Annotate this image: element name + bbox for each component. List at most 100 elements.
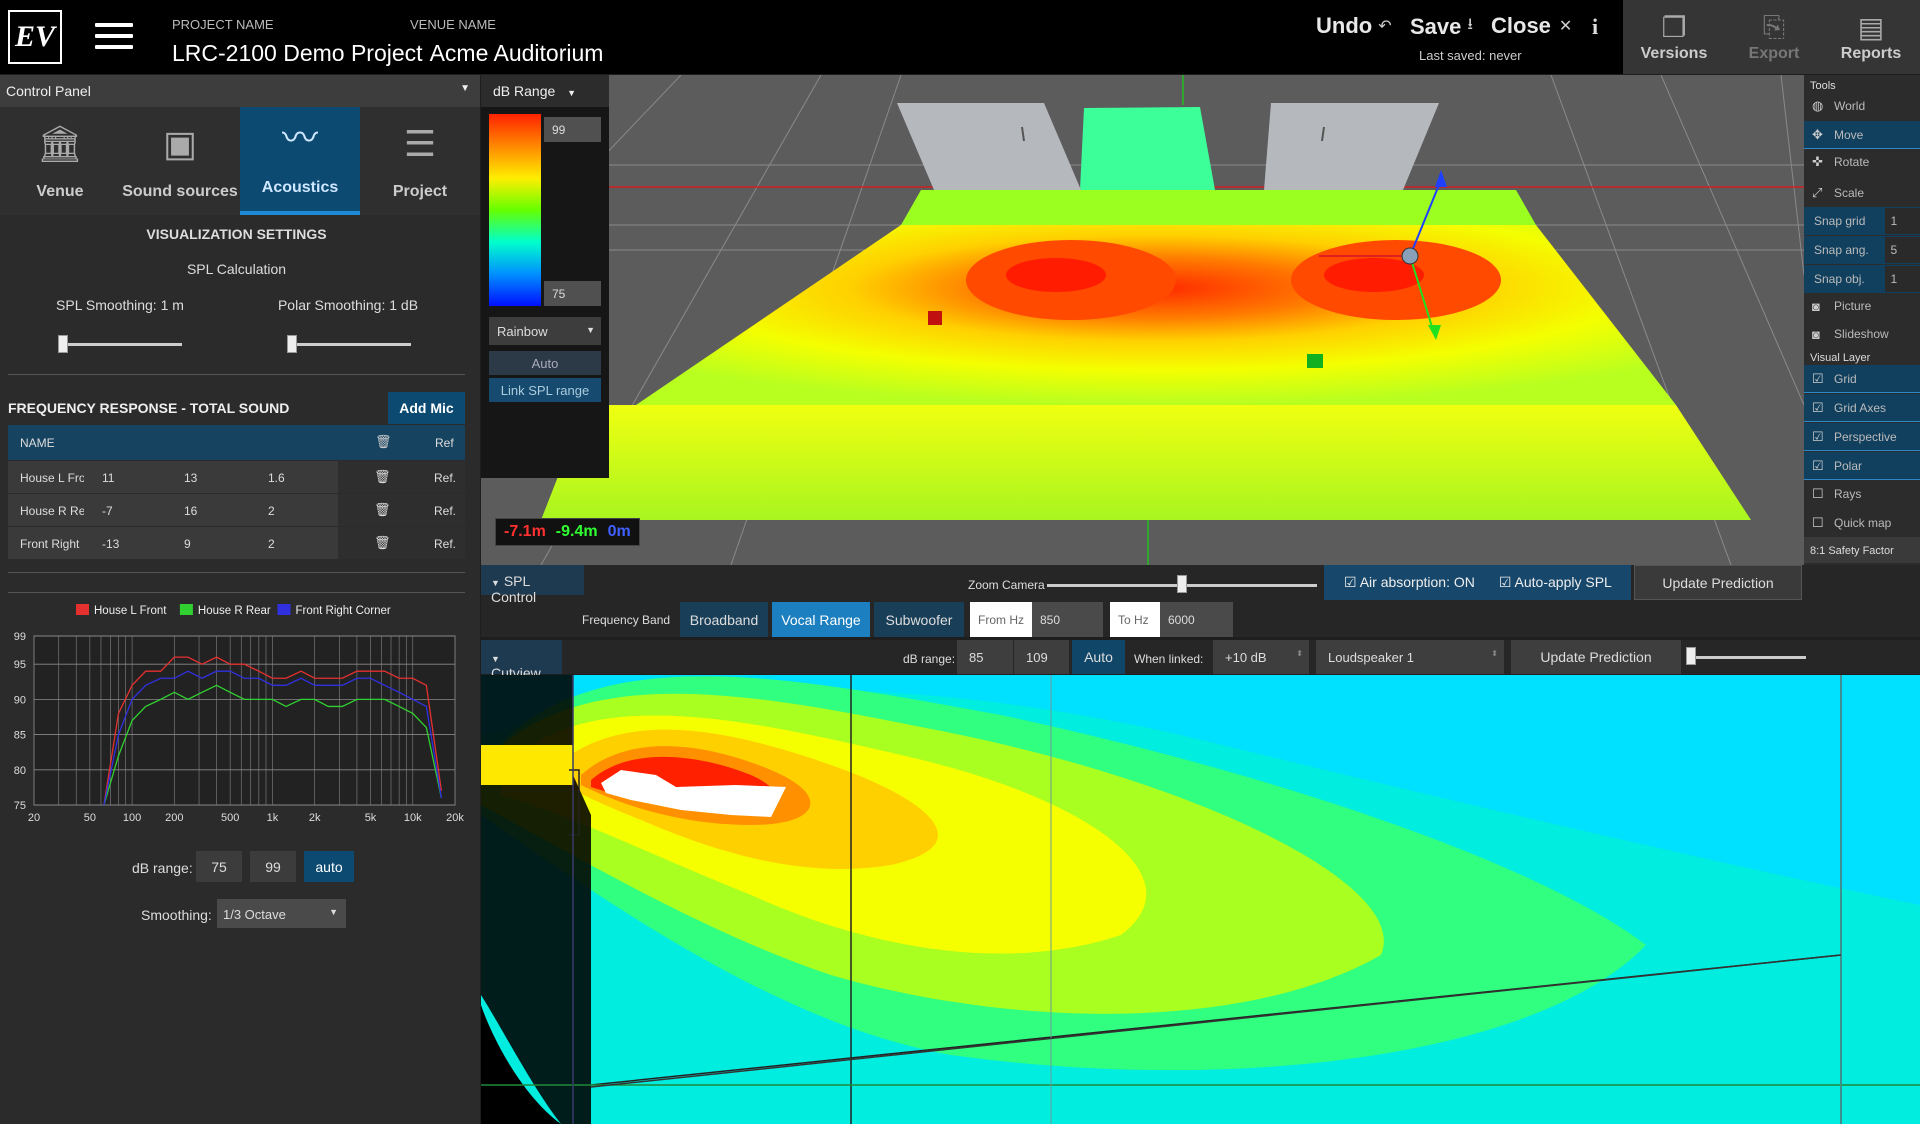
- snap-angle-value[interactable]: 5: [1884, 237, 1920, 263]
- table-row[interactable]: House R Re -7 16 2: [8, 494, 338, 526]
- add-mic-button[interactable]: Add Mic: [388, 392, 465, 424]
- chart-x-tick-label: 10k: [404, 812, 422, 824]
- color-scale-max[interactable]: 99: [544, 117, 601, 142]
- layer-rays-toggle[interactable]: ☐ Rays: [1804, 480, 1920, 508]
- link-spl-range-button[interactable]: Link SPL range: [489, 378, 601, 402]
- delete-mic-icon[interactable]: 🗑: [374, 469, 391, 485]
- chart-x-tick-label: 20: [28, 812, 40, 824]
- loudspeaker-select[interactable]: Loudspeaker 1 ⬍: [1316, 640, 1504, 674]
- table-row[interactable]: Front Right -13 9 2: [8, 527, 338, 559]
- spl-smoothing-slider[interactable]: [58, 335, 182, 353]
- chevron-down-icon: ▼: [460, 83, 470, 94]
- to-hz-input[interactable]: 6000: [1160, 602, 1233, 637]
- slideshow-button[interactable]: ◙ Slideshow: [1804, 320, 1920, 348]
- snap-object-field[interactable]: Snap obj. 1: [1804, 265, 1920, 293]
- mic-y: 9: [184, 537, 191, 551]
- from-hz-input[interactable]: 850: [1032, 602, 1103, 637]
- colorbar-auto-button[interactable]: Auto: [489, 351, 601, 375]
- save-button[interactable]: Save ⭳: [1410, 13, 1473, 40]
- cutview-slider[interactable]: [1686, 647, 1806, 667]
- ref-button[interactable]: Ref.: [434, 537, 456, 551]
- delete-mic-icon[interactable]: 🗑: [374, 502, 391, 518]
- band-broadband[interactable]: Broadband: [680, 602, 768, 637]
- linked-offset-input[interactable]: +10 dB ⬍: [1213, 640, 1309, 674]
- layer-perspective-label: Perspective: [1834, 429, 1897, 444]
- polar-smoothing-knob[interactable]: [287, 335, 297, 353]
- ref-button[interactable]: Ref.: [434, 504, 456, 518]
- control-panel-dropdown[interactable]: Control Panel ▼: [0, 75, 480, 107]
- versions-button[interactable]: ❐ Versions: [1623, 0, 1725, 74]
- db-range-dropdown[interactable]: dB Range ▼: [481, 75, 609, 107]
- snap-grid-value[interactable]: 1: [1884, 208, 1920, 234]
- delete-mic-icon[interactable]: 🗑: [374, 535, 391, 551]
- db-min-input[interactable]: 75: [196, 851, 242, 882]
- chart-plot-area: [33, 635, 456, 806]
- tab-sound-sources[interactable]: ▣ Sound sources: [120, 107, 240, 215]
- cut-db-max-input[interactable]: 109: [1014, 640, 1069, 674]
- color-scale-min[interactable]: 75: [544, 281, 601, 306]
- chart-x-tick-label: 1k: [267, 812, 279, 824]
- zoom-knob[interactable]: [1177, 575, 1187, 593]
- layer-grid-toggle[interactable]: ☑ Grid: [1804, 365, 1920, 393]
- layer-polar-toggle[interactable]: ☑ Polar: [1804, 452, 1920, 480]
- cut-db-min-input[interactable]: 85: [957, 640, 1013, 674]
- reports-button[interactable]: ▤ Reports: [1822, 0, 1920, 74]
- color-scheme-select[interactable]: Rainbow ▼: [489, 317, 601, 345]
- info-icon[interactable]: i: [1592, 14, 1598, 40]
- polar-smoothing-slider[interactable]: [287, 335, 411, 353]
- tab-acoustics-label: Acoustics: [261, 179, 339, 196]
- export-button[interactable]: ⎘ Export: [1723, 0, 1825, 74]
- tab-acoustics[interactable]: 〰 Acoustics: [240, 107, 360, 215]
- table-row[interactable]: House L Fro 11 13 1.6: [8, 461, 338, 493]
- layer-perspective-toggle[interactable]: ☑ Perspective: [1804, 423, 1920, 451]
- safety-factor-label[interactable]: 8:1 Safety Factor: [1804, 537, 1920, 563]
- chevron-down-icon: ▼: [329, 907, 338, 917]
- cutview-heatmap: [481, 675, 1920, 1124]
- tool-move[interactable]: ✥ Move: [1804, 121, 1920, 149]
- picture-label: Picture: [1834, 299, 1872, 313]
- update-prediction-button[interactable]: Update Prediction: [1634, 565, 1802, 600]
- cut-update-prediction-button[interactable]: Update Prediction: [1511, 640, 1681, 674]
- picture-button[interactable]: ◙ Picture: [1804, 292, 1920, 320]
- frequency-band-label: Frequency Band: [582, 613, 671, 627]
- tab-project[interactable]: ☰ Project: [360, 107, 480, 215]
- color-scheme-value: Rainbow: [497, 324, 548, 339]
- undo-button[interactable]: Undo ↶: [1316, 13, 1392, 39]
- snap-grid-field[interactable]: Snap grid 1: [1804, 207, 1920, 235]
- air-absorption-toggle[interactable]: ☑ Air absorption: ON: [1344, 574, 1475, 591]
- snap-object-value[interactable]: 1: [1884, 266, 1920, 292]
- tab-venue[interactable]: 🏛 Venue: [0, 107, 120, 215]
- linked-offset-value: +10 dB: [1225, 650, 1267, 665]
- cutview-knob[interactable]: [1686, 647, 1696, 665]
- zoom-camera-slider[interactable]: [1047, 575, 1317, 595]
- band-vocal-range[interactable]: Vocal Range: [772, 602, 870, 637]
- auto-range-button[interactable]: auto: [304, 851, 354, 882]
- snap-angle-field[interactable]: Snap ang. 5: [1804, 236, 1920, 264]
- project-title: LRC-2100 Demo Project Acme Auditorium: [172, 40, 603, 67]
- venue-name-label: VENUE NAME: [410, 17, 496, 32]
- tool-rotate[interactable]: ✜ Rotate: [1804, 148, 1920, 176]
- layer-quick-map-toggle[interactable]: ☐ Quick map: [1804, 509, 1920, 537]
- spl-control-toggle[interactable]: ▼ SPL Control: [481, 565, 584, 605]
- coord-x: -7.1m: [504, 523, 546, 540]
- project-name[interactable]: LRC-2100 Demo Project: [172, 40, 423, 67]
- tool-world-label: World: [1834, 99, 1866, 113]
- close-button[interactable]: Close ✕: [1491, 13, 1572, 39]
- hamburger-menu-icon[interactable]: [95, 23, 133, 49]
- venue-name[interactable]: Acme Auditorium: [430, 40, 604, 67]
- cutview-viewport[interactable]: [481, 675, 1920, 1124]
- checkbox-empty-icon: ☐: [1812, 486, 1824, 501]
- ref-button[interactable]: Ref.: [434, 471, 456, 485]
- db-max-input[interactable]: 99: [250, 851, 296, 882]
- tools-panel: Tools ◍ World ✥ Move ✜ Rotate ⤢ Scale Snap g…: [1804, 75, 1920, 565]
- cut-auto-button[interactable]: Auto: [1072, 640, 1125, 674]
- tool-world[interactable]: ◍ World: [1804, 92, 1920, 120]
- 3d-viewport[interactable]: -7.1m -9.4m 0m: [481, 75, 1804, 565]
- tool-scale[interactable]: ⤢ Scale: [1804, 179, 1920, 207]
- smoothing-select[interactable]: 1/3 Octave ▼: [217, 899, 346, 928]
- auto-apply-toggle[interactable]: ☑ Auto-apply SPL: [1499, 574, 1612, 591]
- cutview-toggle[interactable]: ▼ Cutview: [481, 640, 562, 681]
- layer-grid-axes-toggle[interactable]: ☑ Grid Axes: [1804, 394, 1920, 422]
- band-subwoofer[interactable]: Subwoofer: [874, 602, 964, 637]
- spl-smoothing-knob[interactable]: [58, 335, 68, 353]
